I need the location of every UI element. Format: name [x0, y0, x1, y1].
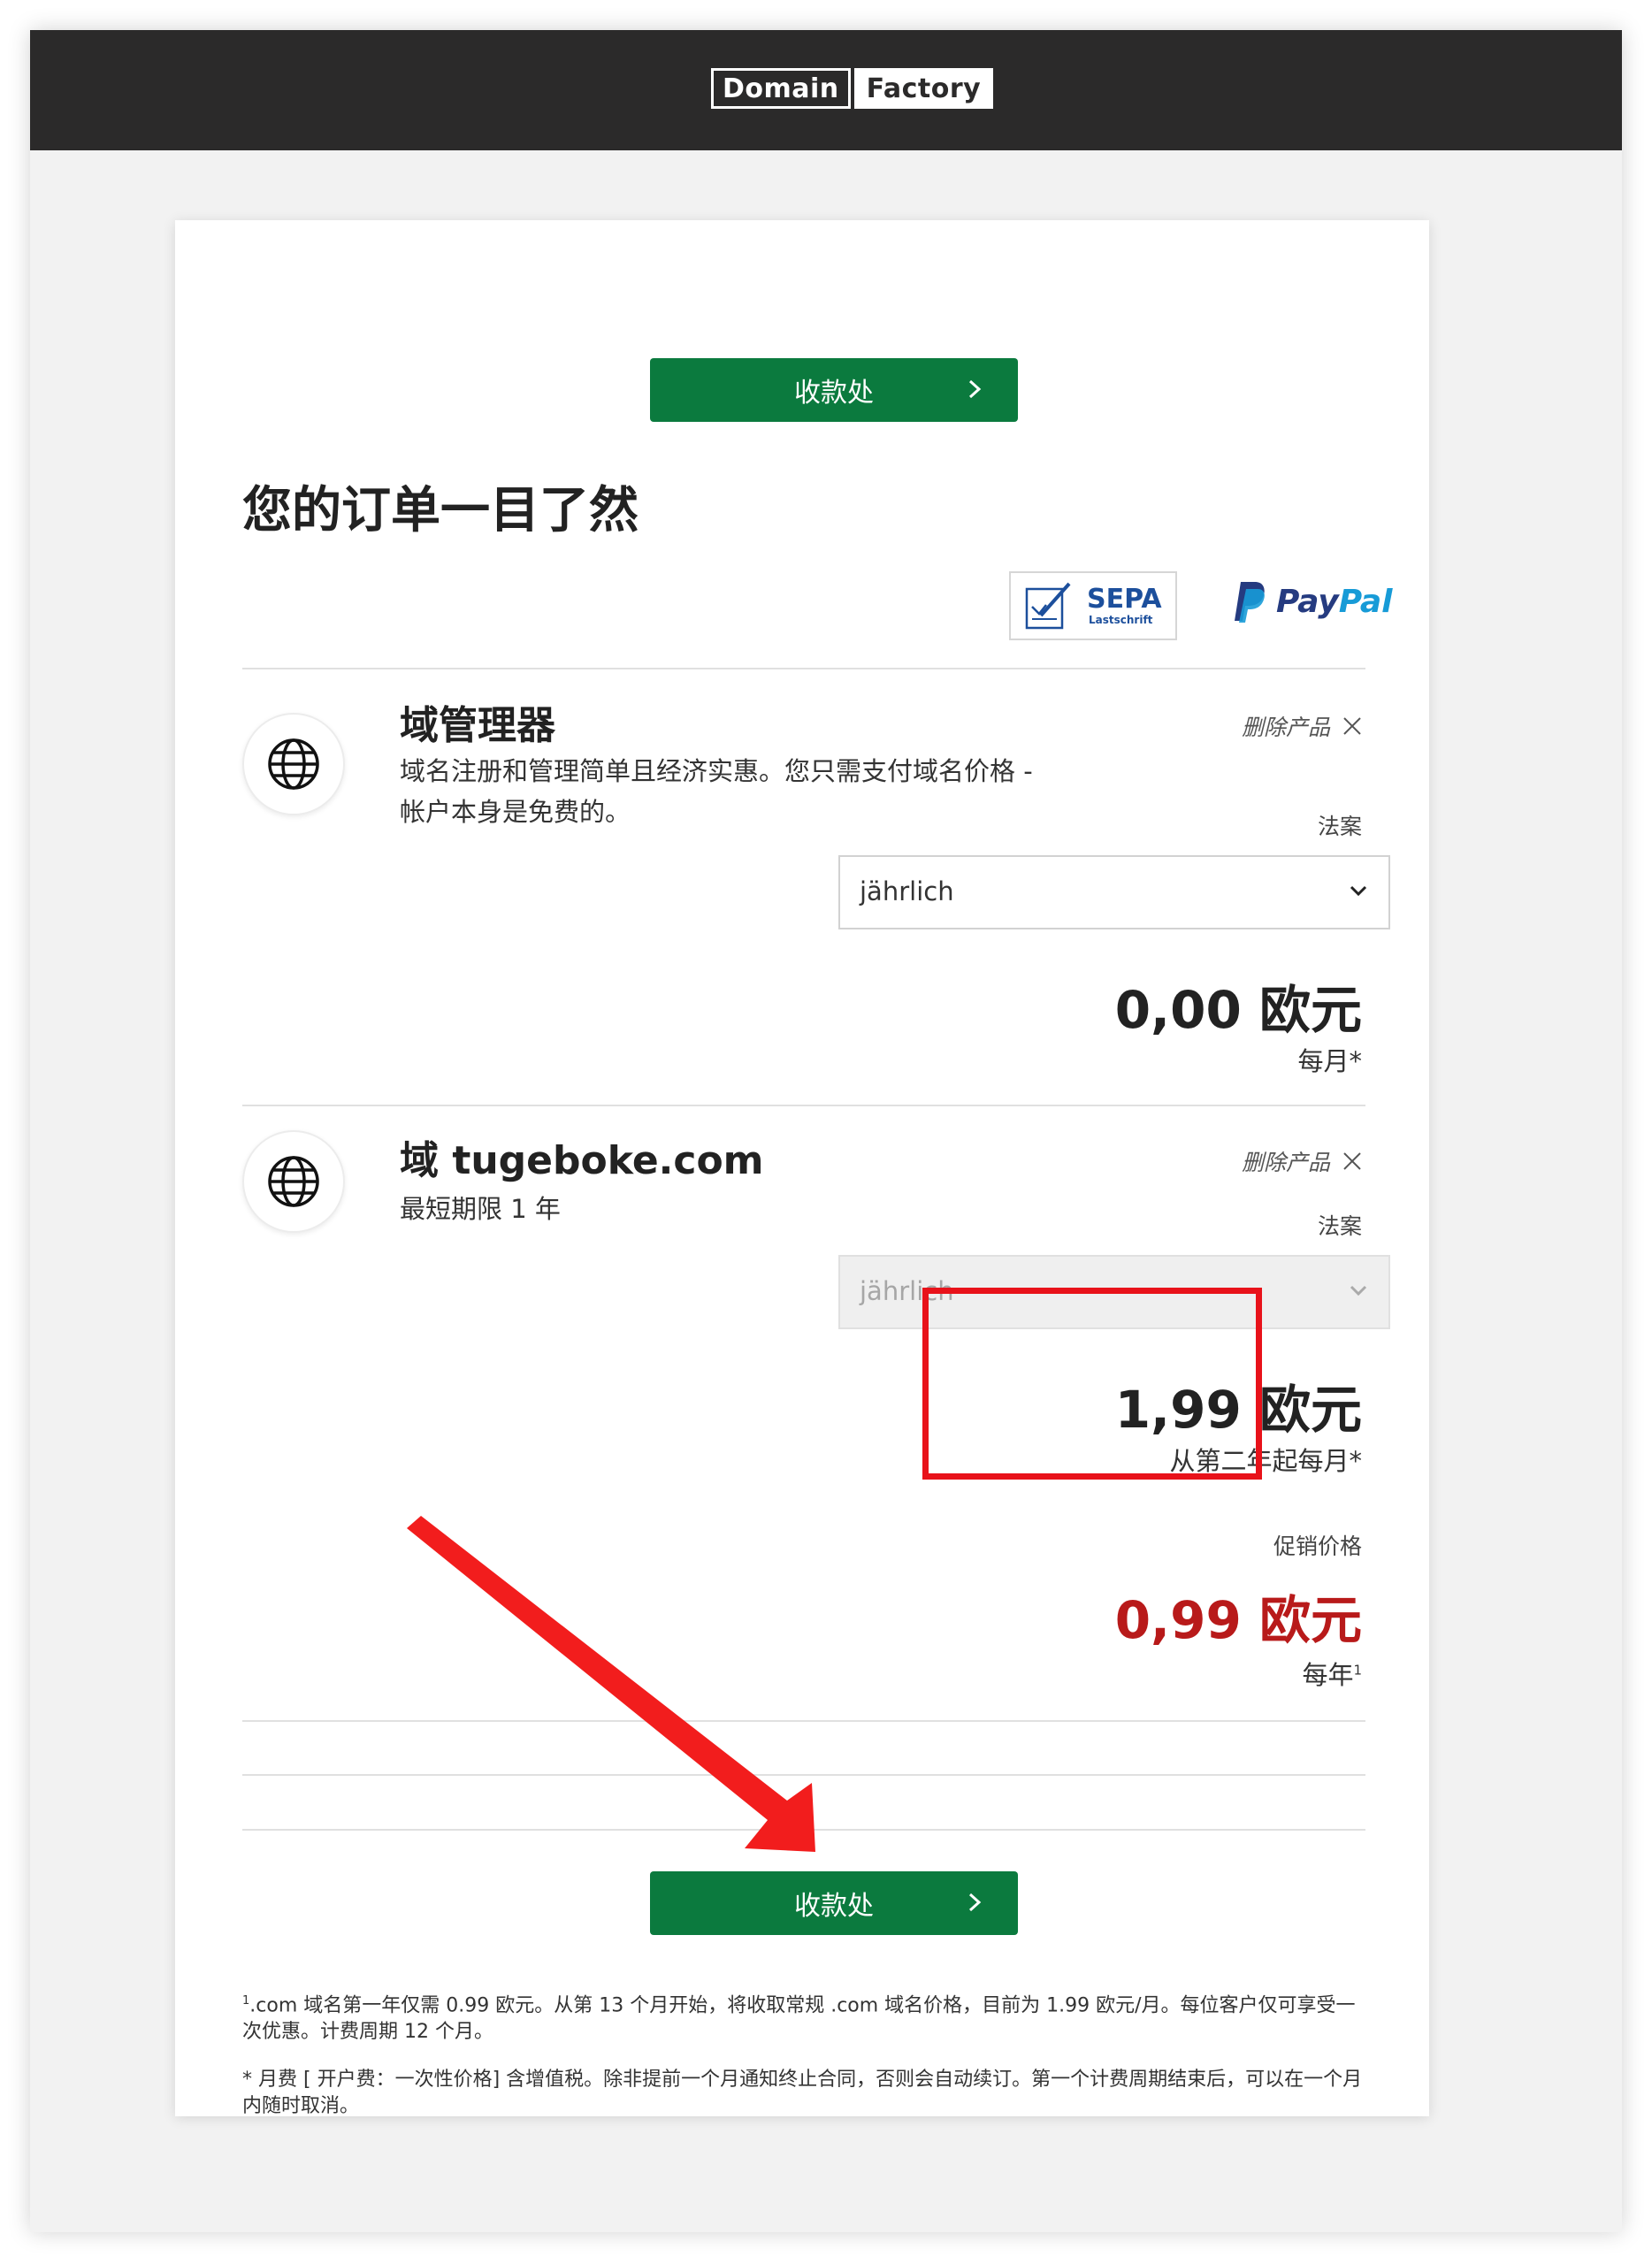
product-icon-container — [242, 1130, 345, 1233]
remove-product-button[interactable]: 删除产品 — [1242, 710, 1362, 742]
chevron-right-icon — [968, 1893, 982, 1912]
paypal-wordmark: PayPal — [1276, 584, 1393, 620]
divider — [242, 1774, 1365, 1776]
billing-plan-value: jährlich — [860, 876, 954, 906]
product-description: 最短期限 1 年 — [400, 1194, 561, 1224]
logo-part-factory: Factory — [853, 68, 994, 109]
checkout-button-top[interactable]: 收款处 — [650, 358, 1018, 422]
divider — [242, 1720, 1365, 1722]
close-icon — [1343, 717, 1361, 735]
price-period: 每月* — [1297, 1046, 1362, 1076]
logo-part-domain: Domain — [711, 68, 851, 109]
top-bar: Domain Factory — [30, 30, 1622, 150]
sepa-sub-label: Lastschrift — [1089, 614, 1153, 626]
product-icon-container — [242, 713, 345, 815]
promo-label: 促销价格 — [1273, 1534, 1362, 1559]
promo-highlight-box — [922, 1288, 1262, 1480]
chevron-down-icon — [1350, 885, 1367, 897]
footnote-2: * 月费 [ 开户费：一次性价格] 含增值税。除非提前一个月通知终止合同，否则会… — [242, 2069, 1363, 2117]
footnote-1: 1.com 域名第一年仅需 0.99 欧元。从第 13 个月开始，将收取常规 .… — [242, 1994, 1356, 2044]
checkout-button-bottom[interactable]: 收款处 — [650, 1871, 1018, 1935]
billing-plan-label: 法案 — [1317, 1213, 1362, 1239]
sepa-pen-icon — [1025, 582, 1071, 630]
globe-icon — [268, 738, 319, 790]
billing-plan-select[interactable]: jährlich — [838, 855, 1390, 929]
billing-plan-label: 法案 — [1317, 814, 1362, 839]
promo-price: 0,99 欧元 — [1114, 1590, 1362, 1650]
chevron-down-icon — [1350, 1285, 1367, 1296]
checkout-button-label: 收款处 — [794, 378, 874, 409]
globe-icon — [268, 1156, 319, 1207]
sepa-payment-badge: SEPA Lastschrift — [1009, 571, 1177, 640]
order-card: 收款处 您的订单一目了然 SEPA Lastschrift PayPal 域管理… — [175, 220, 1429, 2117]
paypal-badge: PayPal — [1232, 578, 1395, 628]
promo-period: 每年1 — [1302, 1660, 1362, 1690]
remove-product-button[interactable]: 删除产品 — [1242, 1145, 1362, 1177]
divider — [242, 1105, 1365, 1106]
chevron-right-icon — [968, 379, 982, 399]
product-title: 域管理器 — [400, 703, 555, 748]
paypal-p-icon — [1235, 582, 1265, 623]
checkout-button-label: 收款处 — [794, 1891, 874, 1922]
divider — [242, 668, 1365, 669]
product-description: 域名注册和管理简单且经济实惠。您只需支付域名价格 - 帐户本身是免费的。 — [400, 756, 1033, 827]
close-icon — [1343, 1152, 1361, 1170]
divider — [242, 1829, 1365, 1831]
product-title: 域 tugeboke.com — [400, 1138, 764, 1183]
page-title: 您的订单一目了然 — [242, 482, 639, 539]
product-price: 0,00 欧元 — [1114, 980, 1362, 1040]
domainfactory-logo[interactable]: Domain Factory — [711, 68, 994, 109]
sepa-label: SEPA — [1087, 584, 1162, 615]
